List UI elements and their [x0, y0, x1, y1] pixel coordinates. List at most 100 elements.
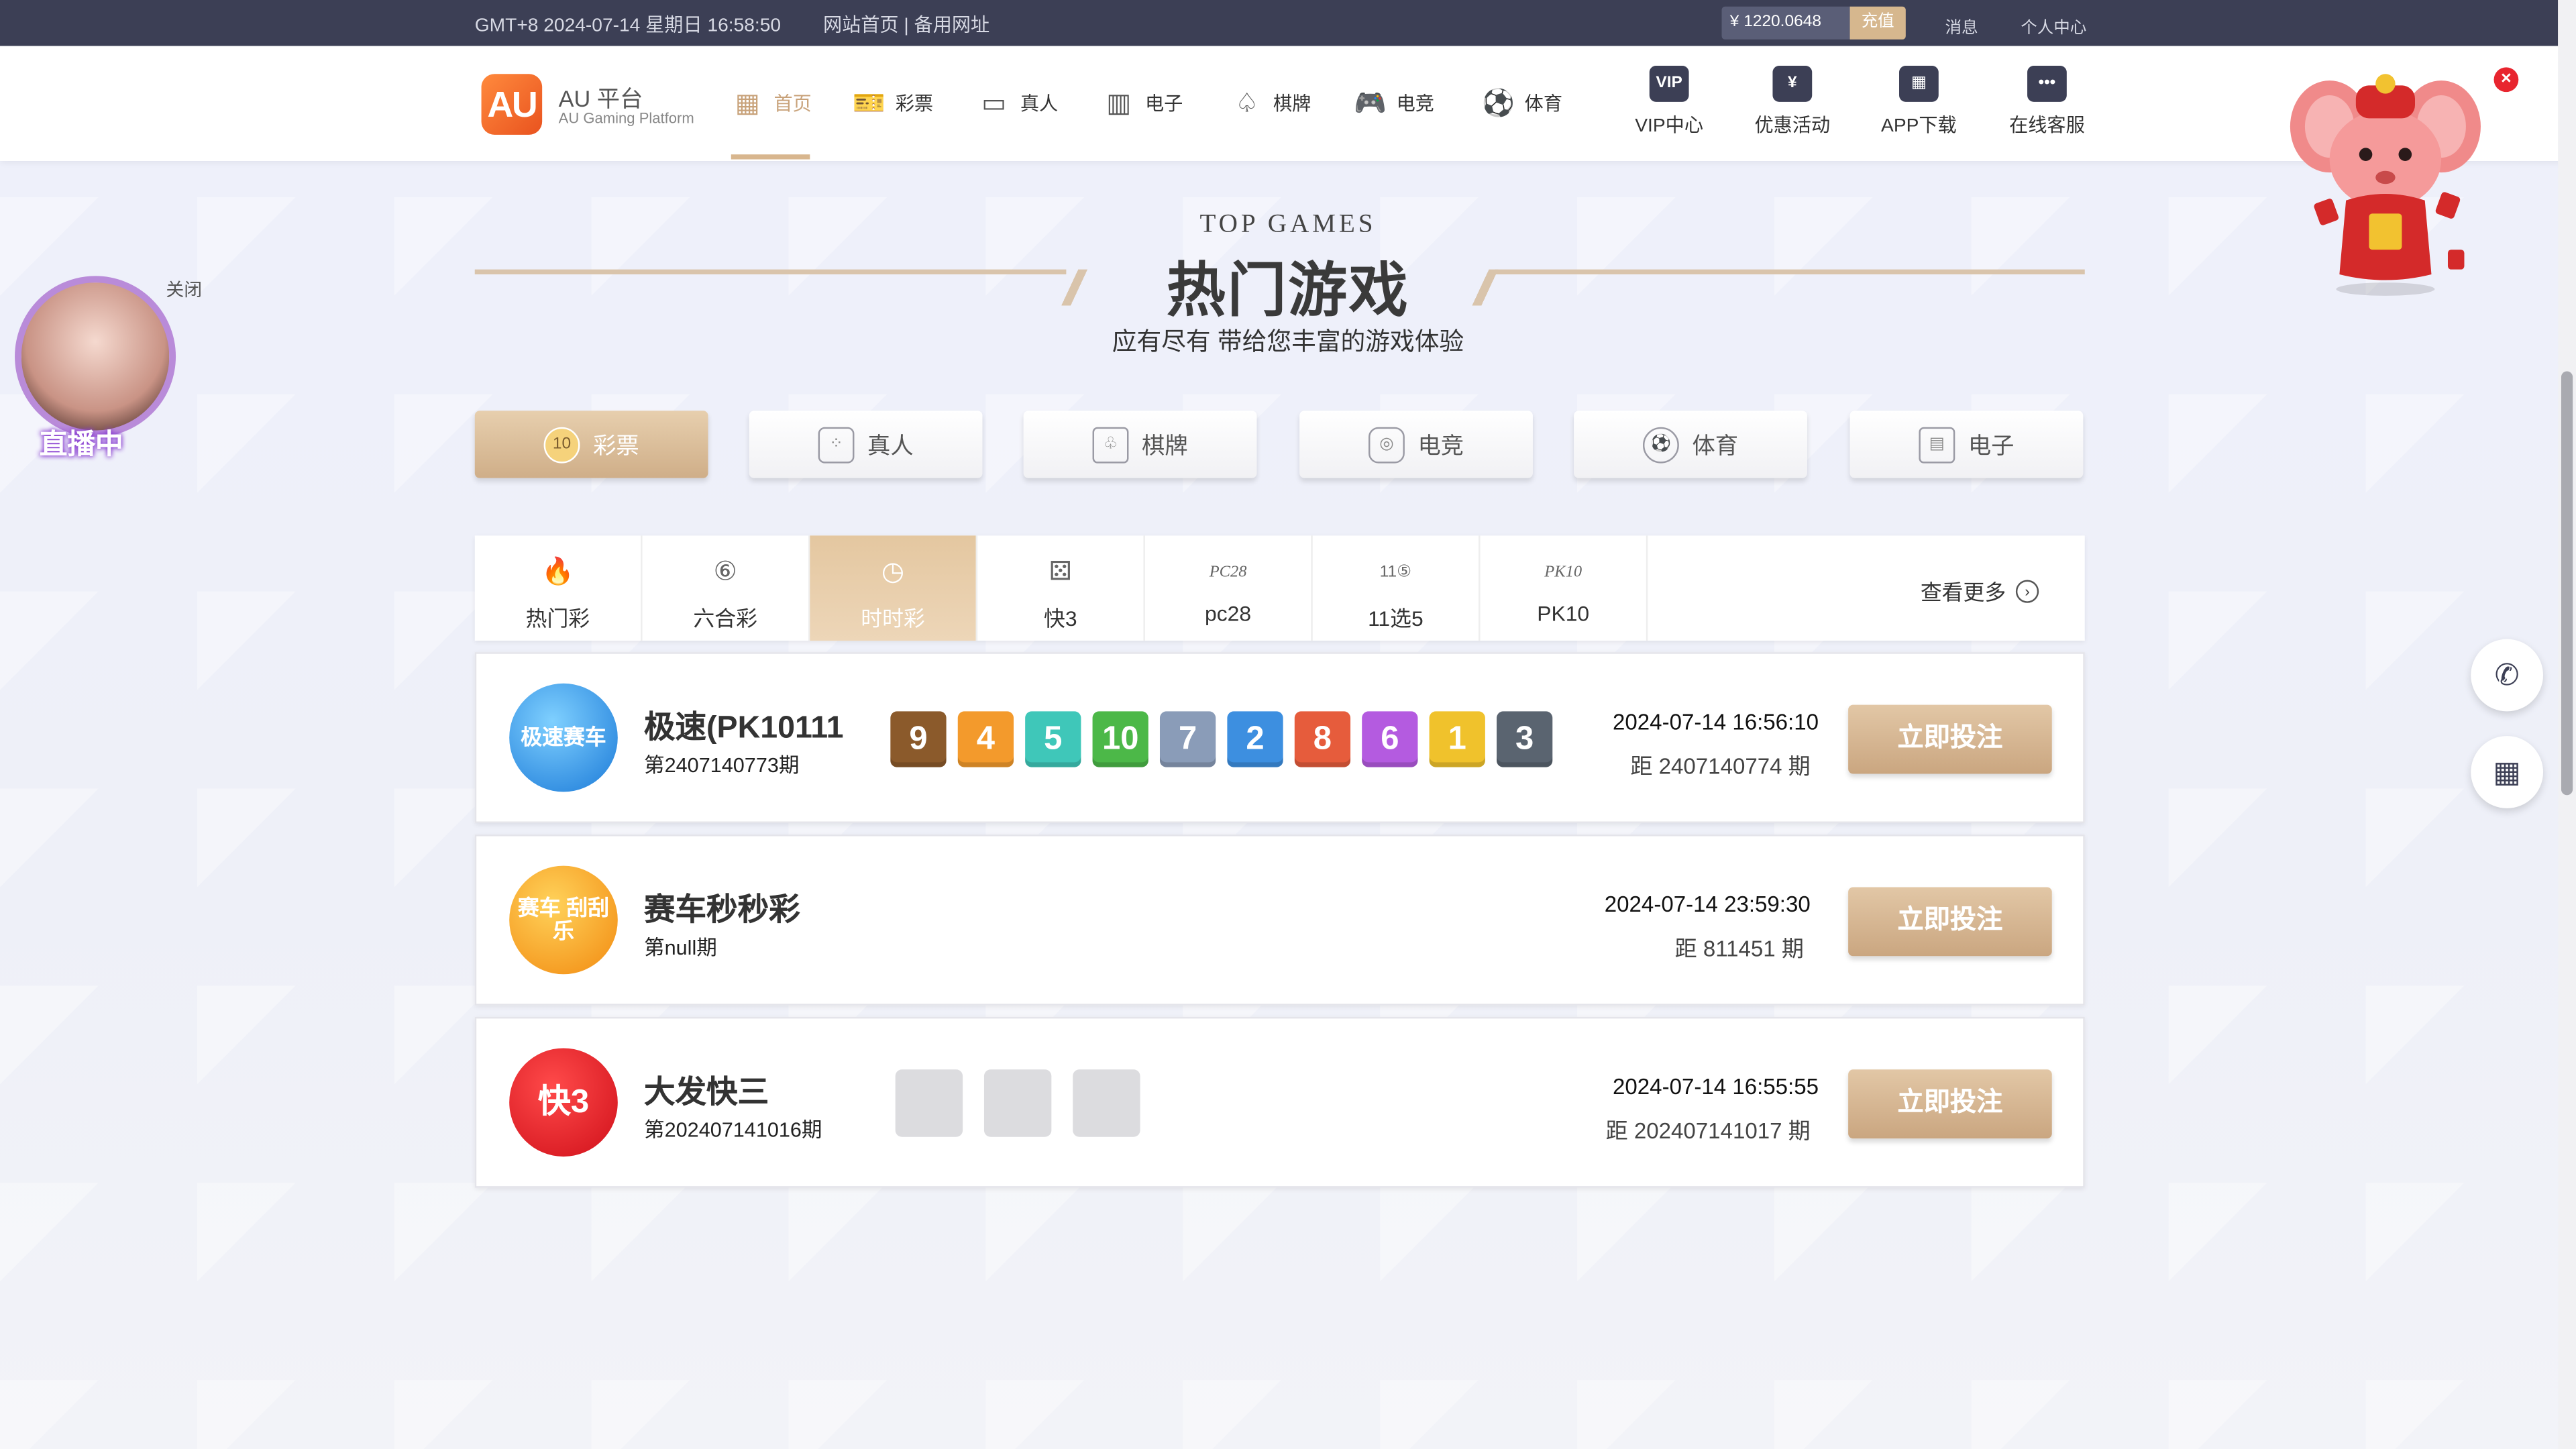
qr-code-icon: ▦: [1899, 65, 1939, 102]
nav-item-esports[interactable]: 🎮 电竞: [1354, 89, 1434, 119]
see-more-link[interactable]: 查看更多 ›: [1921, 575, 2039, 606]
gamepad-icon: ◎: [1368, 426, 1405, 463]
category-label: 真人: [867, 431, 914, 458]
next-period: 距 811451 期: [1674, 936, 1804, 961]
chat-bubble-icon: •••: [2027, 65, 2067, 102]
result-ball: 10: [1092, 711, 1148, 767]
category-label: 电子: [1968, 431, 2015, 458]
top-bar: GMT+8 2024-07-14 星期日 16:58:50 网站首页 | 备用网…: [0, 0, 2576, 46]
logo[interactable]: AU: [481, 74, 543, 135]
game-logo: 极速赛车: [509, 683, 618, 792]
playing-card-icon: ♧: [1092, 426, 1129, 463]
nav-item-slots[interactable]: ▥ 电子: [1102, 89, 1183, 119]
nav-item-label: 彩票: [895, 95, 934, 115]
app-download-link[interactable]: ▦ APP下载: [1862, 65, 1976, 138]
subtab-11x5[interactable]: 11⑤ 11选5: [1313, 535, 1481, 641]
profile-link[interactable]: 个人中心: [2021, 13, 2086, 38]
result-ball: 5: [1025, 711, 1081, 767]
bet-now-button[interactable]: 立即投注: [1848, 704, 2052, 774]
result-ball: 1: [1429, 711, 1485, 767]
see-more-label: 查看更多: [1920, 580, 2006, 605]
promotions-link[interactable]: ¥ 优惠活动: [1735, 65, 1849, 138]
site-links[interactable]: 网站首页 | 备用网址: [823, 11, 989, 38]
promotions-label: 优惠活动: [1754, 116, 1831, 137]
result-placeholder: [983, 1069, 1052, 1137]
game-card-pk10: 极速赛车 极速(PK10111 第2407140773期 9 4 5 10 7 …: [474, 652, 2085, 823]
subtab-hot[interactable]: 🔥 热门彩: [475, 535, 643, 641]
result-placeholder: [1073, 1069, 1140, 1137]
customer-service-link[interactable]: ••• 在线客服: [1990, 65, 2104, 138]
bet-now-button[interactable]: 立即投注: [1848, 887, 2052, 957]
soccer-ball-icon: ⚽: [1642, 426, 1679, 463]
slot-machine-icon: ▥: [1106, 90, 1132, 119]
game-logo: 快3: [509, 1048, 618, 1157]
draw-results: 9 4 5 10 7 2 8 6 1 3: [890, 711, 1553, 767]
draw-time: 2024-07-14 16:55:55: [1613, 1074, 1819, 1099]
game-name: 大发快三: [644, 1076, 769, 1111]
lottery-subtabs: 🔥 热门彩 ⑥ 六合彩 ◷ 时时彩 ⚄ 快3 PC28 pc28 11⑤ 11选…: [474, 535, 2085, 641]
category-label: 体育: [1692, 431, 1739, 458]
mascot-mouse-image[interactable]: [2280, 69, 2490, 299]
dice-icon: ⁘: [818, 426, 855, 463]
nav-item-live[interactable]: ▭ 真人: [977, 89, 1059, 119]
subtab-mark-six[interactable]: ⑥ 六合彩: [643, 535, 810, 641]
live-stream-avatar[interactable]: [15, 276, 176, 437]
customer-service-label: 在线客服: [2009, 116, 2085, 137]
category-tab-cards[interactable]: ♧ 棋牌: [1023, 411, 1257, 478]
datetime-text: GMT+8 2024-07-14 星期日 16:58:50: [474, 16, 782, 36]
result-ball: 2: [1227, 711, 1283, 767]
nav-item-home[interactable]: ▦ 首页: [731, 89, 812, 119]
nav-item-cards[interactable]: ♤ 棋牌: [1230, 89, 1311, 119]
clock-icon: ◷: [881, 558, 905, 587]
vip-center-link[interactable]: VIP VIP中心: [1611, 65, 1726, 138]
draw-time: 2024-07-14 16:56:10: [1613, 709, 1819, 735]
dice-icon: ⚄: [1049, 558, 1072, 587]
category-tab-sports[interactable]: ⚽ 体育: [1574, 411, 1807, 478]
category-tab-esports[interactable]: ◎ 电竞: [1299, 411, 1533, 478]
mascot-close-icon[interactable]: ×: [2493, 67, 2519, 93]
game-card-dafa-k3: 快3 大发快三 第202407141016期 2024-07-14 16:55:…: [474, 1016, 2085, 1188]
nav-item-label: 真人: [1020, 95, 1059, 115]
messages-link[interactable]: 消息: [1945, 13, 1978, 38]
game-logo: 赛车 刮刮乐: [509, 865, 618, 975]
subtab-ssc[interactable]: ◷ 时时彩: [810, 535, 978, 641]
chevron-right-icon: ›: [2015, 579, 2039, 602]
result-ball: 7: [1159, 711, 1216, 767]
grid-icon: ▦: [735, 90, 760, 119]
app-download-label: APP下载: [1881, 116, 1957, 137]
nav-item-lottery[interactable]: 🎫 彩票: [853, 89, 934, 119]
result-ball: 9: [890, 711, 947, 767]
result-ball: 8: [1294, 711, 1351, 767]
result-placeholder: [895, 1069, 963, 1137]
next-period: 距 2407140774 期: [1630, 754, 1811, 779]
live-close-button[interactable]: 关闭: [166, 276, 202, 302]
game-card-race-seconds: 赛车 刮刮乐 赛车秒秒彩 第null期 2024-07-14 23:59:30 …: [474, 835, 2085, 1006]
next-period: 距 202407141017 期: [1605, 1118, 1811, 1144]
category-tab-live[interactable]: ⁘ 真人: [749, 411, 983, 478]
phone-icon[interactable]: ✆: [2471, 639, 2544, 712]
game-period: 第null期: [644, 936, 717, 960]
pc28-icon: PC28: [1209, 562, 1247, 581]
draw-time: 2024-07-14 23:59:30: [1604, 892, 1811, 917]
category-tab-lottery[interactable]: 10 彩票: [474, 411, 708, 478]
subtab-k3[interactable]: ⚄ 快3: [977, 535, 1145, 641]
category-label: 电竞: [1417, 431, 1464, 458]
logo-subtitle: AU Gaming Platform: [558, 110, 694, 127]
subtab-pk10[interactable]: PK10 PK10: [1481, 535, 1648, 641]
bet-now-button[interactable]: 立即投注: [1848, 1069, 2052, 1139]
result-ball: 3: [1497, 711, 1553, 767]
subtab-label: 11选5: [1368, 606, 1424, 631]
subtab-label: pc28: [1205, 601, 1252, 627]
recharge-button[interactable]: 充值: [1849, 6, 1906, 40]
subtab-label: PK10: [1537, 601, 1590, 627]
category-tab-slots[interactable]: ▤ 电子: [1849, 411, 2084, 478]
qr-code-icon[interactable]: ▦: [2471, 736, 2544, 808]
category-label: 棋牌: [1142, 431, 1188, 458]
subtab-pc28[interactable]: PC28 pc28: [1145, 535, 1313, 641]
gamepad-icon: 🎮: [1354, 90, 1387, 119]
scrollbar-thumb[interactable]: [2561, 371, 2573, 796]
lottery-ball-icon: 10: [543, 426, 580, 463]
ball-six-icon: ⑥: [713, 558, 737, 587]
nav-item-sports[interactable]: ⚽ 体育: [1482, 89, 1562, 119]
flame-icon: 🔥: [541, 558, 574, 587]
